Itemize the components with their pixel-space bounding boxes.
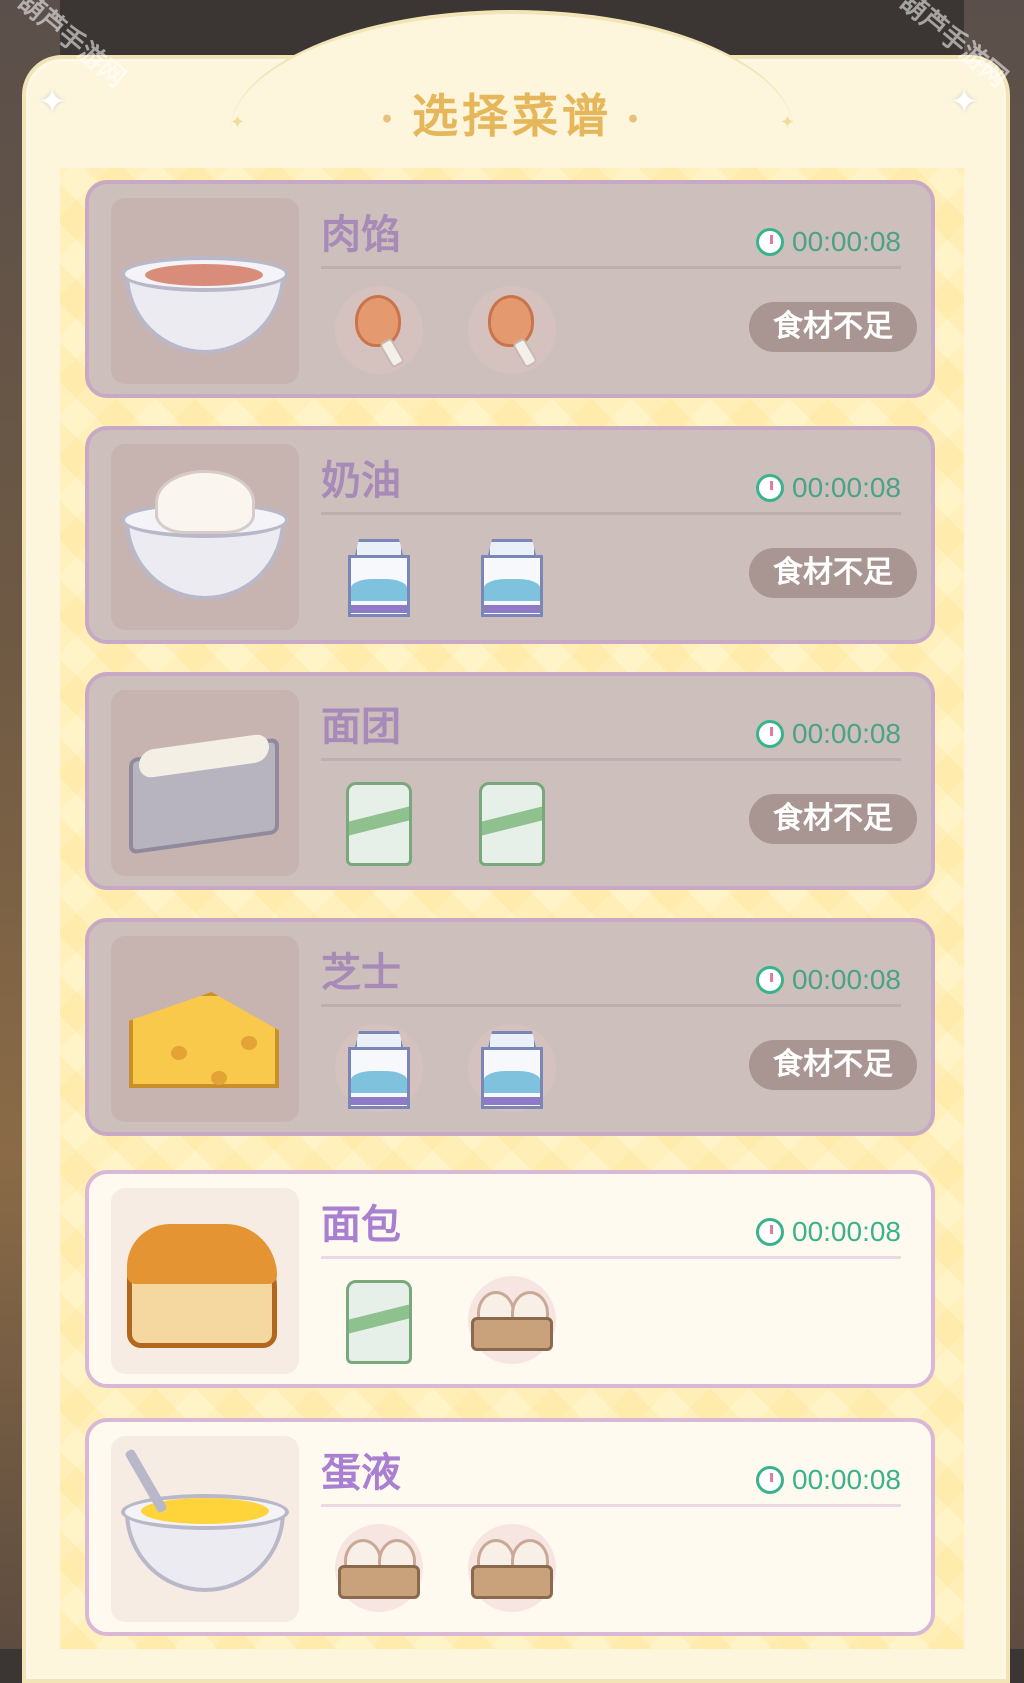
ingredient-slot — [467, 282, 557, 378]
ingredient-slot — [467, 1020, 557, 1116]
divider — [321, 1504, 901, 1507]
insufficient-ingredients-button[interactable]: 食材不足 — [749, 794, 917, 844]
recipe-card-dough[interactable]: 面团 00:00:08 食材不足 — [85, 672, 935, 890]
recipe-card-egg-liquid[interactable]: 蛋液 00:00:08 — [85, 1418, 935, 1636]
dish-image — [111, 690, 299, 876]
cook-time: 00:00:08 — [792, 226, 901, 257]
page-title: • 选择菜谱 • — [0, 80, 1024, 146]
egg-tray-icon — [467, 1287, 557, 1353]
recipe-name: 面团 — [321, 703, 401, 750]
divider — [321, 758, 901, 761]
egg-tray-icon — [467, 1535, 557, 1601]
divider — [321, 1004, 901, 1007]
flour-sack-icon — [479, 778, 545, 866]
recipe-card-cheese[interactable]: 芝士 00:00:08 食材不足 — [85, 918, 935, 1136]
flour-sack-icon — [346, 1276, 412, 1364]
clock-icon — [756, 1218, 784, 1246]
cook-time: 00:00:08 — [792, 1216, 901, 1247]
dish-image — [111, 444, 299, 630]
ingredient-slot — [334, 282, 424, 378]
flour-sack-icon — [346, 778, 412, 866]
cook-timer: 00:00:08 — [756, 1216, 901, 1248]
cook-timer: 00:00:08 — [756, 964, 901, 996]
dish-image — [111, 198, 299, 384]
divider — [321, 512, 901, 515]
dish-image — [111, 1436, 299, 1622]
cook-timer: 00:00:08 — [756, 1464, 901, 1496]
divider — [321, 1256, 901, 1259]
insufficient-ingredients-button[interactable]: 食材不足 — [749, 302, 917, 352]
ingredient-slot — [334, 1020, 424, 1116]
recipe-card-meat-filling[interactable]: 肉馅 00:00:08 食材不足 — [85, 180, 935, 398]
insufficient-ingredients-button[interactable]: 食材不足 — [749, 1040, 917, 1090]
recipe-name: 奶油 — [321, 457, 401, 504]
ingredient-slot — [467, 528, 557, 624]
cook-time: 00:00:08 — [792, 472, 901, 503]
drumstick-icon — [351, 295, 407, 369]
divider — [321, 266, 901, 269]
recipe-card-cream[interactable]: 奶油 00:00:08 食材不足 — [85, 426, 935, 644]
clock-icon — [756, 1466, 784, 1494]
cook-time: 00:00:08 — [792, 718, 901, 749]
ingredient-slot — [334, 528, 424, 624]
cook-timer: 00:00:08 — [756, 226, 901, 258]
recipe-name: 芝士 — [321, 949, 401, 996]
milk-carton-icon — [348, 535, 410, 617]
ingredient-slot — [467, 774, 557, 870]
cook-time: 00:00:08 — [792, 964, 901, 995]
ingredient-slot — [467, 1520, 557, 1616]
insufficient-ingredients-button[interactable]: 食材不足 — [749, 548, 917, 598]
meat-filling-icon — [145, 264, 263, 286]
clock-icon — [756, 474, 784, 502]
clock-icon — [756, 228, 784, 256]
title-dot-icon: • — [379, 107, 398, 133]
clock-icon — [756, 720, 784, 748]
ingredient-slot — [467, 1272, 557, 1368]
page-title-text: 选择菜谱 — [412, 89, 612, 143]
milk-carton-icon — [481, 1027, 543, 1109]
recipe-name: 面包 — [321, 1201, 401, 1248]
clock-icon — [756, 966, 784, 994]
drumstick-icon — [484, 295, 540, 369]
milk-carton-icon — [481, 535, 543, 617]
cook-time: 00:00:08 — [792, 1464, 901, 1495]
milk-carton-icon — [348, 1027, 410, 1109]
recipe-name: 蛋液 — [321, 1449, 401, 1496]
bread-crust — [127, 1224, 277, 1284]
ingredient-slot — [334, 774, 424, 870]
ingredient-slot — [334, 1272, 424, 1368]
cook-timer: 00:00:08 — [756, 472, 901, 504]
egg-tray-icon — [334, 1535, 424, 1601]
cook-timer: 00:00:08 — [756, 718, 901, 750]
title-dot-icon: • — [626, 107, 645, 133]
ingredient-slot — [334, 1520, 424, 1616]
recipe-name: 肉馅 — [321, 211, 401, 258]
recipe-card-bread[interactable]: 面包 00:00:08 — [85, 1170, 935, 1388]
dish-image — [111, 1188, 299, 1374]
cream-icon — [155, 470, 255, 534]
dish-image — [111, 936, 299, 1122]
